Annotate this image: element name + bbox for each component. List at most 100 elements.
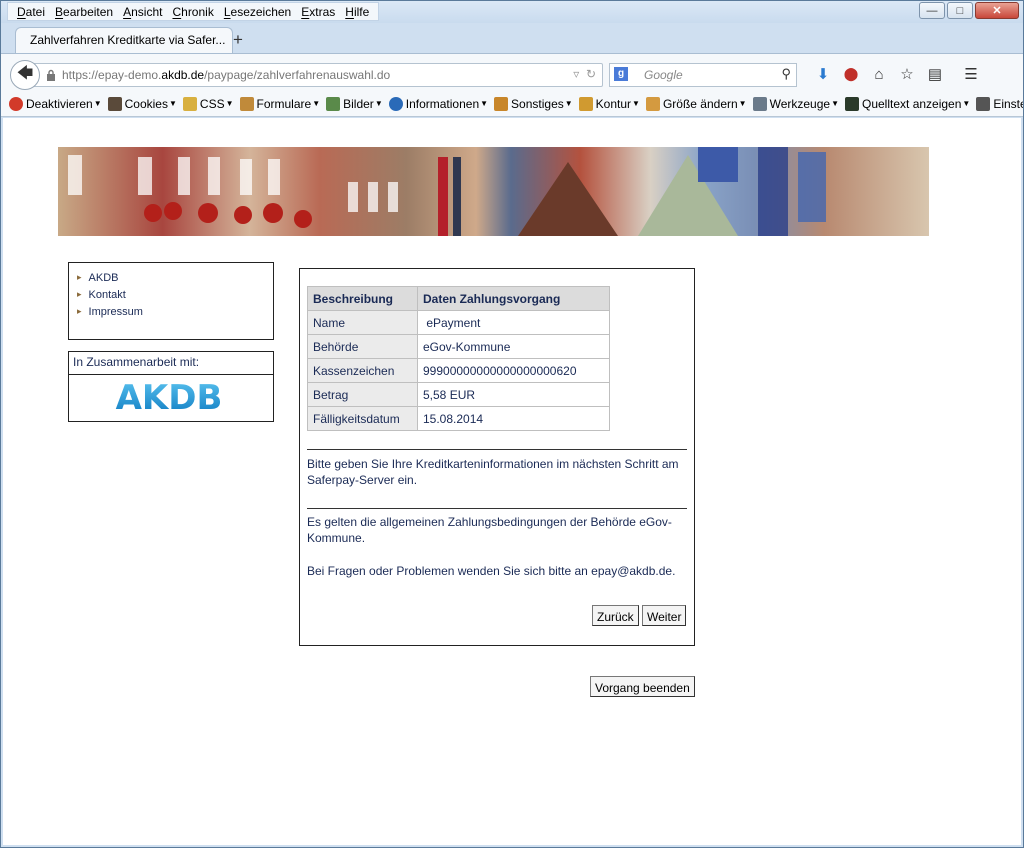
col-header-beschreibung: Beschreibung	[307, 286, 418, 311]
banner-houses-graphic	[68, 147, 826, 236]
row-label: Name	[307, 310, 418, 335]
tb-label: CSS	[199, 96, 225, 111]
css-icon	[182, 96, 197, 111]
tb-cookies[interactable]: Cookies ▼	[107, 96, 177, 111]
close-button[interactable]: ✕	[975, 2, 1019, 19]
table-row: Fälligkeitsdatum 15.08.2014	[307, 406, 610, 431]
menu-bar: Datei Bearbeiten Ansicht Chronik Lesezei…	[1, 1, 1023, 23]
lock-icon	[47, 69, 55, 81]
search-icon[interactable]: ⚲	[781, 66, 791, 82]
url-domain: akdb.de	[161, 68, 205, 82]
partner-box: In Zusammenarbeit mit: AKDB	[68, 351, 274, 422]
menu-ansicht[interactable]: Ansicht	[118, 5, 167, 19]
download-icon[interactable]: ⬇	[809, 64, 837, 84]
tb-einstellungen[interactable]: Einstellungen▼	[976, 96, 1023, 111]
tb-css[interactable]: CSS ▼	[182, 96, 234, 111]
info-creditcard-text: Bitte geben Sie Ihre Kreditkarteninforma…	[307, 457, 679, 487]
arrow-right-icon: ▸	[77, 289, 82, 299]
sidebar-link-label: Impressum	[88, 305, 143, 318]
divider	[307, 508, 687, 509]
reload-icon[interactable]: ↻	[586, 67, 596, 81]
row-label: Fälligkeitsdatum	[307, 406, 418, 431]
arrow-right-icon: ▸	[77, 306, 82, 316]
header-banner-image	[58, 147, 929, 236]
back-arrow-icon: 🡄	[16, 64, 34, 82]
cookie-icon	[107, 96, 122, 111]
tb-kontur[interactable]: Kontur ▼	[578, 96, 640, 111]
url-actions: ▿ ↻	[573, 67, 596, 81]
dropdown-icon[interactable]: ▿	[573, 67, 579, 81]
menu-extras[interactable]: Extras	[296, 5, 340, 19]
back-button-zurueck[interactable]: Zurück	[592, 605, 639, 626]
tb-label: Sonstiges	[511, 96, 564, 111]
row-value: eGov-Kommune	[417, 334, 610, 359]
browser-window: Datei Bearbeiten Ansicht Chronik Lesezei…	[0, 0, 1024, 848]
menu-chronik[interactable]: Chronik	[167, 5, 218, 19]
row-value: 99900000000000000000620	[417, 358, 610, 383]
close-icon: ✕	[992, 5, 1002, 17]
home-icon[interactable]: ⌂	[865, 64, 893, 84]
window-controls: — □ ✕	[919, 2, 1019, 19]
end-process-button[interactable]: Vorgang beenden	[590, 676, 695, 697]
payment-panel: Beschreibung Daten Zahlungsvorgang Name …	[299, 268, 695, 646]
menu-lesezeichen[interactable]: Lesezeichen	[219, 5, 296, 19]
tb-formulare[interactable]: Formulare ▼	[239, 96, 320, 111]
table-header-row: Beschreibung Daten Zahlungsvorgang	[307, 286, 610, 311]
back-button[interactable]: 🡄	[10, 60, 40, 90]
search-input[interactable]: g Google ⚲	[609, 63, 797, 87]
tab-active[interactable]: Zahlverfahren Kreditkarte via Safer...	[15, 27, 233, 54]
row-label: Kassenzeichen	[307, 358, 418, 383]
col-header-daten: Daten Zahlungsvorgang	[417, 286, 610, 311]
terms-text: Es gelten die allgemeinen Zahlungsbeding…	[307, 515, 672, 545]
akdb-logo: AKDB	[116, 383, 223, 413]
tb-groesse[interactable]: Größe ändern ▼	[645, 96, 747, 111]
adblock-icon[interactable]: ⬤	[837, 64, 865, 84]
tb-label: Cookies	[124, 96, 168, 111]
disable-icon	[9, 96, 23, 111]
settings-icon	[976, 96, 991, 111]
tools-icon	[752, 96, 767, 111]
url-bar[interactable]: https://epay-demo.akdb.de/paypage/zahlve…	[31, 63, 603, 87]
sidebar-item-impressum[interactable]: ▸ Impressum	[77, 303, 273, 320]
tb-bilder[interactable]: Bilder ▼	[326, 96, 383, 111]
sidebar-item-kontakt[interactable]: ▸ Kontakt	[77, 286, 273, 303]
maximize-button[interactable]: □	[947, 2, 973, 19]
menu-hilfe[interactable]: Hilfe	[340, 5, 374, 19]
tb-informationen[interactable]: Informationen ▼	[388, 96, 488, 111]
tb-sonstiges[interactable]: Sonstiges ▼	[494, 96, 573, 111]
table-row: Name ePayment	[307, 310, 610, 335]
reader-icon[interactable]: ▤	[921, 64, 949, 84]
row-value: ePayment	[417, 310, 610, 335]
arrow-right-icon: ▸	[77, 272, 82, 282]
partner-heading: In Zusammenarbeit mit:	[69, 352, 273, 375]
next-button-weiter[interactable]: Weiter	[642, 605, 687, 626]
row-label: Behörde	[307, 334, 418, 359]
side-navigation: ▸ AKDB ▸ Kontakt ▸ Impressum	[68, 262, 274, 340]
image-icon	[326, 96, 341, 111]
contact-text: Bei Fragen oder Problemen wenden Sie sic…	[307, 564, 676, 578]
tb-deaktivieren[interactable]: Deaktivieren ▼	[9, 96, 102, 111]
pencil-icon	[578, 96, 593, 111]
nav-bar: 🡄 https://epay-demo.akdb.de/paypage/zahl…	[1, 53, 1023, 91]
menu-bearbeiten[interactable]: Bearbeiten	[50, 5, 118, 19]
minimize-button[interactable]: —	[919, 2, 945, 19]
google-icon[interactable]: g	[614, 67, 628, 81]
tb-label: Informationen	[405, 96, 480, 111]
sidebar-link-label: AKDB	[88, 271, 119, 284]
bookmark-star-icon[interactable]: ☆	[893, 64, 921, 84]
divider	[307, 449, 687, 450]
row-label: Betrag	[307, 382, 418, 407]
new-tab-button[interactable]: +	[233, 30, 243, 50]
hamburger-menu-icon[interactable]: ☰	[957, 64, 985, 84]
tb-label: Bilder	[343, 96, 374, 111]
sidebar-item-akdb[interactable]: ▸ AKDB	[77, 269, 273, 286]
url-path: /paypage/zahlverfahrenauswahl.do	[204, 68, 391, 82]
tb-label: Formulare	[256, 96, 312, 111]
page-content: ▸ AKDB ▸ Kontakt ▸ Impressum In Zusammenarb…	[3, 118, 1021, 845]
table-row: Behörde eGov-Kommune	[307, 334, 610, 359]
menu-datei[interactable]: Datei	[12, 5, 50, 19]
tb-label: Größe ändern	[662, 96, 738, 111]
webdeveloper-toolbar: Deaktivieren ▼ Cookies ▼ CSS ▼ Formulare ▼ B…	[1, 91, 1023, 117]
tb-quelltext[interactable]: Quelltext anzeigen ▼	[845, 96, 970, 111]
tb-werkzeuge[interactable]: Werkzeuge ▼	[752, 96, 839, 111]
